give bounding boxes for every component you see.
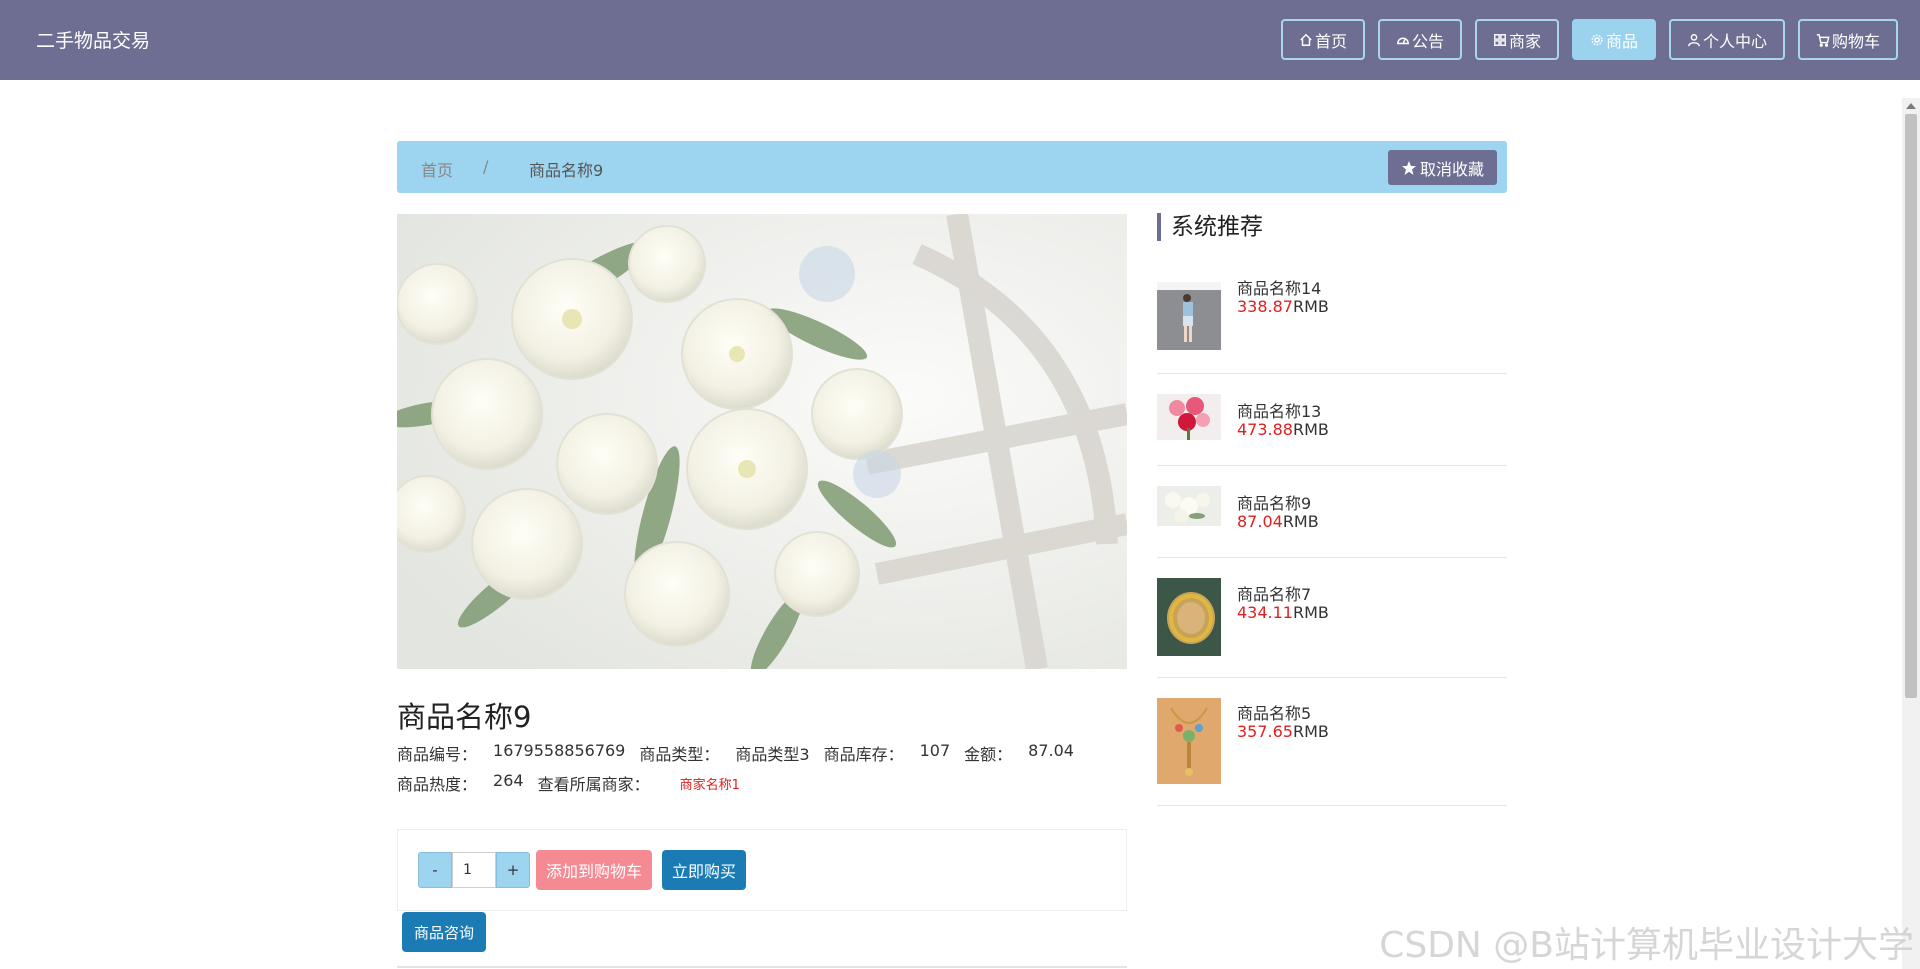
scrollbar-thumb[interactable] [1905,114,1917,698]
product-info-row-1: 商品编号： 1679558856769 商品类型： 商品类型3 商品库存： 107 金… [397,741,1074,765]
add-to-cart-button[interactable]: 添加到购物车 [536,850,652,890]
recommend-item[interactable]: 商品名称7 434.11RMB [1157,558,1507,678]
home-icon [1300,33,1312,46]
product-info-row-2: 商品热度： 264 查看所属商家： 商家名称1 [397,771,740,795]
recommend-item-image[interactable] [1157,578,1221,656]
buy-now-button[interactable]: 立即购买 [662,850,746,890]
nav-notice-label: 公告 [1411,31,1444,51]
recommend-item[interactable]: 商品名称14 338.87RMB [1157,272,1507,374]
recommend-item-price-value: 338.87 [1237,297,1293,316]
product-stock: 107 [919,741,951,760]
nav-cart-button[interactable]: 购物车 [1798,19,1898,60]
recommend-item-price-unit: RMB [1292,297,1329,316]
product-price-label: 金额： [964,745,1013,764]
product-heat: 264 [493,771,524,790]
product-title: 商品名称9 [397,700,532,734]
recommend-item-image[interactable] [1157,698,1221,784]
recommend-item-image[interactable] [1157,282,1221,350]
recommend-title: 系统推荐 [1157,213,1263,241]
recommend-item-price: 473.88RMB [1237,420,1329,439]
breadcrumb: 首页 / 商品名称9 取消收藏 [397,141,1507,193]
recommend-item-price-value: 434.11 [1237,603,1293,622]
nav-merchant-button[interactable]: 商家 [1475,19,1559,60]
product-heat-label: 商品热度： [397,775,478,794]
recommend-item-price: 87.04RMB [1237,512,1319,531]
breadcrumb-home-link[interactable]: 首页 [421,157,453,181]
purchase-panel: - + 添加到购物车 立即购买 [397,829,1127,911]
watermark-text: CSDN @B站计算机毕业设计大学 [1379,925,1914,966]
product-code-label: 商品编号： [397,745,478,764]
product-type-label: 商品类型： [639,745,720,764]
star-icon [1401,160,1416,175]
product-price: 87.04 [1028,741,1074,760]
quantity-increase-button[interactable]: + [496,852,530,888]
top-navbar: 二手物品交易 首页 公告 商家 商品 个人中心 购物车 [0,0,1920,80]
product-main-image [397,214,1127,669]
cancel-favorite-label: 取消收藏 [1419,159,1484,179]
nav-profile-button[interactable]: 个人中心 [1669,19,1785,60]
recommend-item[interactable]: 商品名称13 473.88RMB [1157,374,1507,466]
user-icon [1688,33,1700,46]
recommend-item-image[interactable] [1157,486,1221,526]
cancel-favorite-button[interactable]: 取消收藏 [1388,150,1497,185]
nav-home-button[interactable]: 首页 [1281,19,1365,60]
quantity-decrease-button[interactable]: - [418,852,452,888]
cart-icon [1816,33,1830,47]
merchant-label: 查看所属商家： [537,775,650,794]
dashboard-icon [1397,37,1409,44]
merchant-link[interactable]: 商家名称1 [680,774,740,793]
nav-cart-label: 购物车 [1831,31,1880,51]
recommend-item-price-value: 87.04 [1237,512,1283,531]
product-code: 1679558856769 [493,741,626,760]
nav-merchant-label: 商家 [1508,31,1541,51]
recommend-item-price-unit: RMB [1282,512,1319,531]
recommend-item-price-unit: RMB [1292,603,1329,622]
nav-notice-button[interactable]: 公告 [1378,19,1462,60]
gear-icon [1591,33,1603,46]
recommend-item-name[interactable]: 商品名称13 [1237,398,1321,422]
recommend-item[interactable]: 商品名称9 87.04RMB [1157,466,1507,558]
product-consult-button[interactable]: 商品咨询 [402,912,486,952]
grid-icon [1494,33,1506,46]
recommend-item[interactable]: 商品名称5 357.65RMB [1157,678,1507,806]
recommend-item-price-value: 473.88 [1237,420,1293,439]
recommend-item-price-unit: RMB [1292,722,1329,741]
recommend-item-price: 338.87RMB [1237,297,1329,316]
recommend-item-name[interactable]: 商品名称14 [1237,275,1321,299]
main-nav: 首页 公告 商家 商品 个人中心 购物车 [1281,19,1898,60]
recommend-item-name[interactable]: 商品名称5 [1237,700,1311,724]
product-stock-label: 商品库存： [823,745,904,764]
nav-profile-label: 个人中心 [1702,31,1767,51]
nav-home-label: 首页 [1314,31,1347,51]
nav-goods-button[interactable]: 商品 [1572,19,1656,60]
site-brand[interactable]: 二手物品交易 [36,26,150,53]
recommend-item-name[interactable]: 商品名称9 [1237,490,1311,514]
recommend-item-image[interactable] [1157,394,1221,440]
recommend-item-price: 434.11RMB [1237,603,1329,622]
breadcrumb-separator: / [483,157,489,176]
divider [397,966,1127,968]
recommend-item-price: 357.65RMB [1237,722,1329,741]
recommend-item-price-unit: RMB [1292,420,1329,439]
product-type: 商品类型3 [735,745,810,764]
breadcrumb-current: 商品名称9 [529,161,604,180]
recommend-item-price-value: 357.65 [1237,722,1293,741]
recommend-item-name[interactable]: 商品名称7 [1237,581,1311,605]
quantity-input[interactable] [452,852,496,888]
scroll-up-arrow-icon[interactable] [1906,103,1916,109]
nav-goods-label: 商品 [1605,31,1638,51]
